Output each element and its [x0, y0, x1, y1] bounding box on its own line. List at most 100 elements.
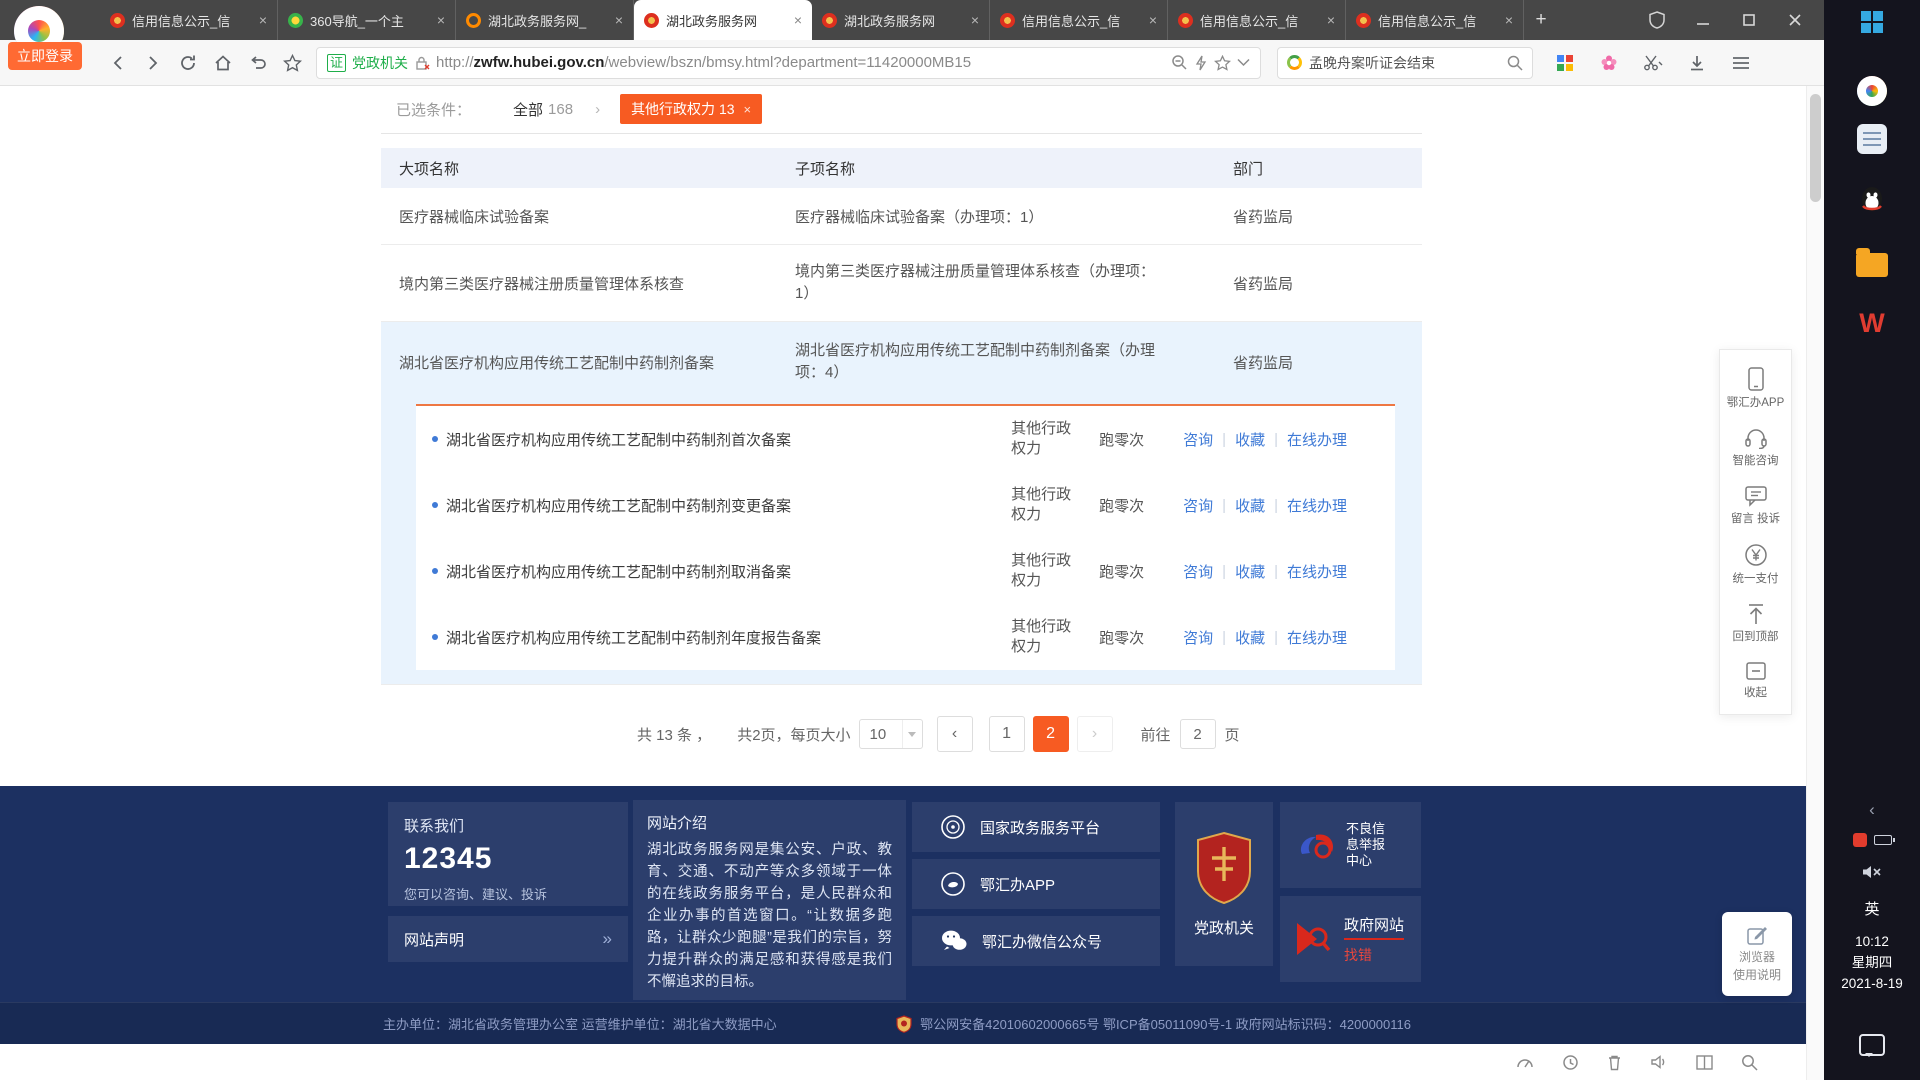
- volume-icon[interactable]: [1650, 1054, 1668, 1070]
- party-gov-badge[interactable]: 党政机关: [1175, 802, 1273, 966]
- flower-icon[interactable]: [1591, 46, 1626, 80]
- download-icon[interactable]: [1679, 46, 1714, 80]
- taskbar-notes-icon[interactable]: [1824, 124, 1920, 154]
- menu-icon[interactable]: [1723, 46, 1758, 80]
- browser-tab[interactable]: 湖北政务服务网 ×: [812, 0, 990, 40]
- bookmark-star-icon[interactable]: [1214, 54, 1231, 71]
- tab-close-icon[interactable]: ×: [1149, 12, 1157, 28]
- report-center-link[interactable]: 不良信息举报中心: [1280, 802, 1421, 888]
- page-zoom-icon[interactable]: [1741, 1054, 1758, 1071]
- apps-grid-icon[interactable]: [1547, 46, 1582, 80]
- ehuiban-app-link[interactable]: 鄂汇办APP: [912, 859, 1160, 909]
- message-complaint-item[interactable]: 留言 投诉: [1720, 476, 1791, 534]
- unified-payment-item[interactable]: 统一支付: [1720, 534, 1791, 594]
- wechat-account-link[interactable]: 鄂汇办微信公众号: [912, 916, 1160, 966]
- tab-close-icon[interactable]: ×: [794, 12, 802, 28]
- volume-muted-icon[interactable]: [1824, 863, 1920, 881]
- clock[interactable]: 10:12 星期四 2021-8-19: [1824, 931, 1920, 994]
- back-to-top-item[interactable]: 回到顶部: [1720, 594, 1791, 652]
- forward-icon[interactable]: [135, 46, 170, 80]
- taskbar-wps-icon[interactable]: W: [1824, 308, 1920, 339]
- page-1-button[interactable]: 1: [988, 716, 1025, 752]
- browser-tab[interactable]: 信用信息公示_信 ×: [990, 0, 1168, 40]
- filter-all[interactable]: 全部: [513, 99, 543, 120]
- table-row[interactable]: 医疗器械临床试验备案 医疗器械临床试验备案（办理项：1） 省药监局: [381, 188, 1422, 245]
- chevron-down-icon[interactable]: [1237, 58, 1250, 67]
- tab-close-icon[interactable]: ×: [1505, 12, 1513, 28]
- tray-icons[interactable]: [1824, 833, 1920, 847]
- online-handle-link[interactable]: 在线办理: [1287, 495, 1347, 516]
- table-row-selected[interactable]: 湖北省医疗机构应用传统工艺配制中药制剂备案 湖北省医疗机构应用传统工艺配制中药制…: [381, 322, 1422, 402]
- language-indicator[interactable]: 英: [1824, 898, 1920, 919]
- browser-tab[interactable]: 信用信息公示_信 ×: [1168, 0, 1346, 40]
- browser-tab-active[interactable]: 湖北政务服务网 ×: [634, 0, 812, 40]
- browser-tab[interactable]: 信用信息公示_信 ×: [1346, 0, 1524, 40]
- cleaner-trash-icon[interactable]: [1607, 1054, 1622, 1071]
- scrollbar-thumb[interactable]: [1810, 94, 1821, 202]
- consult-link[interactable]: 咨询: [1183, 495, 1213, 516]
- boost-icon[interactable]: [1562, 1054, 1579, 1071]
- tab-close-icon[interactable]: ×: [615, 12, 623, 28]
- login-button[interactable]: 立即登录: [8, 42, 82, 70]
- tray-expand-icon[interactable]: ‹: [1824, 800, 1920, 820]
- table-row[interactable]: 境内第三类医疗器械注册质量管理体系核查 境内第三类医疗器械注册质量管理体系核查（…: [381, 245, 1422, 322]
- close-button[interactable]: [1776, 0, 1814, 40]
- next-page-button[interactable]: ›: [1076, 716, 1113, 752]
- online-handle-link[interactable]: 在线办理: [1287, 561, 1347, 582]
- favorite-link[interactable]: 收藏: [1235, 627, 1265, 648]
- page-scrollbar[interactable]: [1806, 86, 1824, 1080]
- national-platform-link[interactable]: 国家政务服务平台: [912, 802, 1160, 852]
- search-box[interactable]: 孟晚舟案听证会结束: [1277, 46, 1533, 79]
- site-error-link[interactable]: 政府网站 找错: [1280, 896, 1421, 982]
- ehuiban-app-item[interactable]: 鄂汇办APP: [1720, 358, 1791, 418]
- tab-close-icon[interactable]: ×: [437, 12, 445, 28]
- split-screen-icon[interactable]: [1696, 1054, 1713, 1070]
- taskbar-browser-icon[interactable]: [1824, 76, 1920, 106]
- favorite-link[interactable]: 收藏: [1235, 495, 1265, 516]
- online-handle-link[interactable]: 在线办理: [1287, 627, 1347, 648]
- browser-help-widget[interactable]: 浏览器 使用说明: [1722, 912, 1792, 996]
- prev-page-button[interactable]: ‹: [936, 716, 973, 752]
- favorite-link[interactable]: 收藏: [1235, 561, 1265, 582]
- shield-icon[interactable]: [1638, 0, 1676, 40]
- search-icon[interactable]: [1507, 55, 1523, 71]
- minimize-button[interactable]: [1684, 0, 1722, 40]
- new-tab-button[interactable]: +: [1524, 0, 1558, 40]
- consult-link[interactable]: 咨询: [1183, 429, 1213, 450]
- smart-consult-item[interactable]: 智能咨询: [1720, 418, 1791, 476]
- spark-icon[interactable]: [1194, 55, 1208, 71]
- browser-tab[interactable]: 湖北政务服务网_ ×: [456, 0, 634, 40]
- consult-link[interactable]: 咨询: [1183, 627, 1213, 648]
- consult-link[interactable]: 咨询: [1183, 561, 1213, 582]
- page-2-button-active[interactable]: 2: [1032, 716, 1069, 752]
- tray-app-icon[interactable]: [1852, 833, 1867, 847]
- goto-page-input[interactable]: [1179, 719, 1216, 749]
- screenshot-scissors-icon[interactable]: [1635, 46, 1670, 80]
- undo-icon[interactable]: [240, 46, 275, 80]
- browser-tab[interactable]: 360导航_一个主 ×: [278, 0, 456, 40]
- emblem-favicon-icon: [644, 12, 659, 28]
- reload-icon[interactable]: [170, 46, 205, 80]
- page-size-select[interactable]: 10: [858, 719, 923, 749]
- tab-close-icon[interactable]: ×: [1327, 12, 1335, 28]
- collapse-panel-item[interactable]: 收起: [1720, 652, 1791, 708]
- address-bar[interactable]: 证 党政机关 http://zwfw.hubei.gov.cn/webview/…: [316, 46, 1261, 79]
- tab-close-icon[interactable]: ×: [971, 12, 979, 28]
- filter-tag[interactable]: 其他行政权力 13 ×: [620, 94, 763, 124]
- tab-close-icon[interactable]: ×: [259, 12, 267, 28]
- site-statement-link[interactable]: 网站声明 »: [388, 916, 628, 962]
- taskbar-folder-icon[interactable]: [1824, 248, 1920, 277]
- taskbar-qq-icon[interactable]: [1824, 186, 1920, 216]
- network-speed-icon[interactable]: [1516, 1054, 1534, 1070]
- back-icon[interactable]: [100, 46, 135, 80]
- online-handle-link[interactable]: 在线办理: [1287, 429, 1347, 450]
- zoom-out-icon[interactable]: [1171, 54, 1188, 71]
- favorite-star-icon[interactable]: [275, 46, 310, 80]
- browser-tab[interactable]: 信用信息公示_信 ×: [100, 0, 278, 40]
- notification-center-icon[interactable]: [1824, 1034, 1920, 1057]
- home-icon[interactable]: [205, 46, 240, 80]
- filter-tag-close-icon[interactable]: ×: [744, 102, 752, 117]
- favorite-link[interactable]: 收藏: [1235, 429, 1265, 450]
- maximize-button[interactable]: [1730, 0, 1768, 40]
- windows-start-button[interactable]: [1824, 10, 1920, 34]
